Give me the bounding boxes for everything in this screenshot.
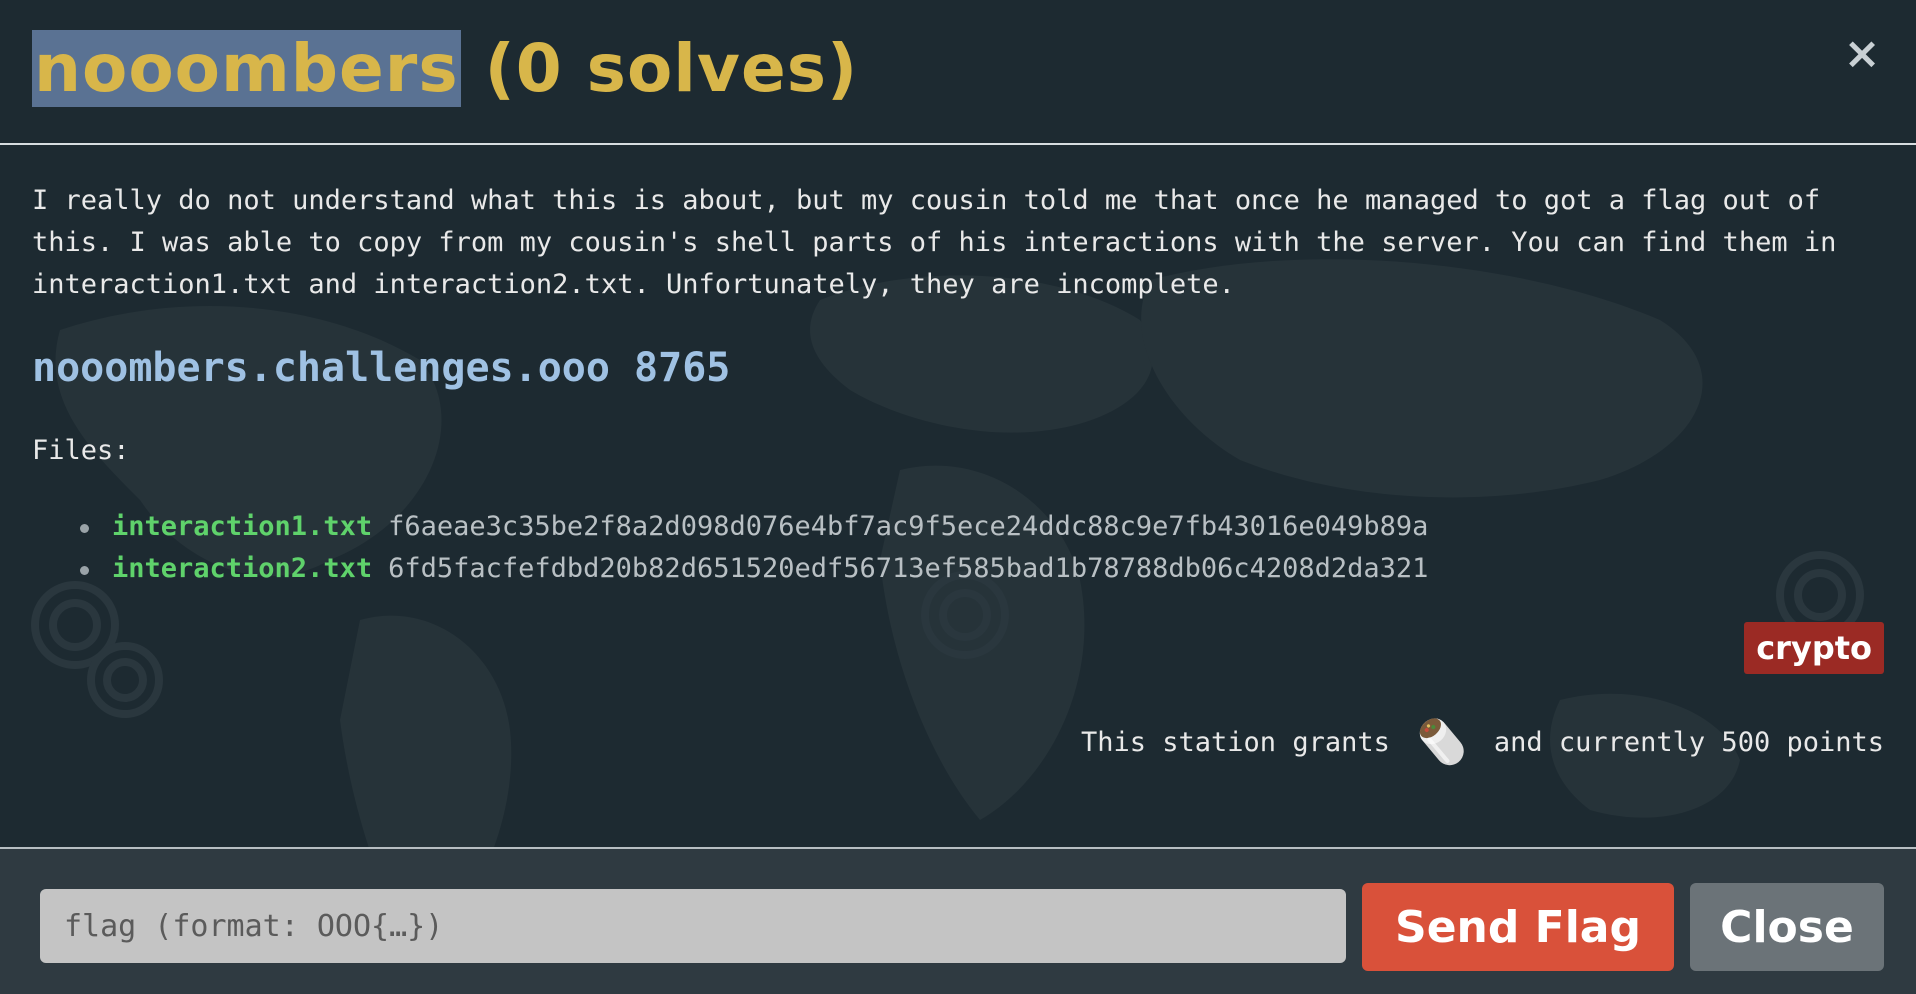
challenge-modal: nooombers (0 solves) × I really do not u… xyxy=(0,0,1916,994)
list-item: interaction1.txt f6aeae3c35be2f8a2d098d07… xyxy=(72,506,1428,548)
solve-count: (0 solves) xyxy=(460,30,859,107)
challenge-name: nooombers xyxy=(32,30,461,107)
flag-input[interactable] xyxy=(40,889,1346,963)
challenge-title: nooombers (0 solves) xyxy=(32,30,858,108)
list-item: interaction2.txt 6fd5facfefdbd20b82d65152… xyxy=(72,548,1428,590)
file-link-interaction2[interactable]: interaction2.txt xyxy=(112,553,372,584)
modal-footer: Send Flag Close xyxy=(0,847,1916,994)
challenge-host: nooombers.challenges.ooo 8765 xyxy=(32,345,731,391)
challenge-description: I really do not understand what this is … xyxy=(32,185,1837,300)
files-label: Files: xyxy=(32,435,130,466)
grant-suffix: and currently 500 points xyxy=(1493,726,1884,758)
send-flag-button[interactable]: Send Flag xyxy=(1362,883,1674,971)
file-hash: 6fd5facfefdbd20b82d651520edf56713ef585ba… xyxy=(388,553,1429,584)
files-list: interaction1.txt f6aeae3c35be2f8a2d098d07… xyxy=(72,506,1428,590)
close-button[interactable]: Close xyxy=(1690,883,1884,971)
points-info: This station grants and currently 500 po… xyxy=(1081,710,1884,774)
category-tag: crypto xyxy=(1744,622,1884,674)
pill-capsule-icon xyxy=(1419,718,1464,766)
modal-header: nooombers (0 solves) × xyxy=(0,0,1916,145)
grant-prefix: This station grants xyxy=(1081,726,1390,758)
close-icon[interactable]: × xyxy=(1838,30,1886,78)
file-hash: f6aeae3c35be2f8a2d098d076e4bf7ac9f5ece24… xyxy=(388,511,1429,542)
file-link-interaction1[interactable]: interaction1.txt xyxy=(112,511,372,542)
